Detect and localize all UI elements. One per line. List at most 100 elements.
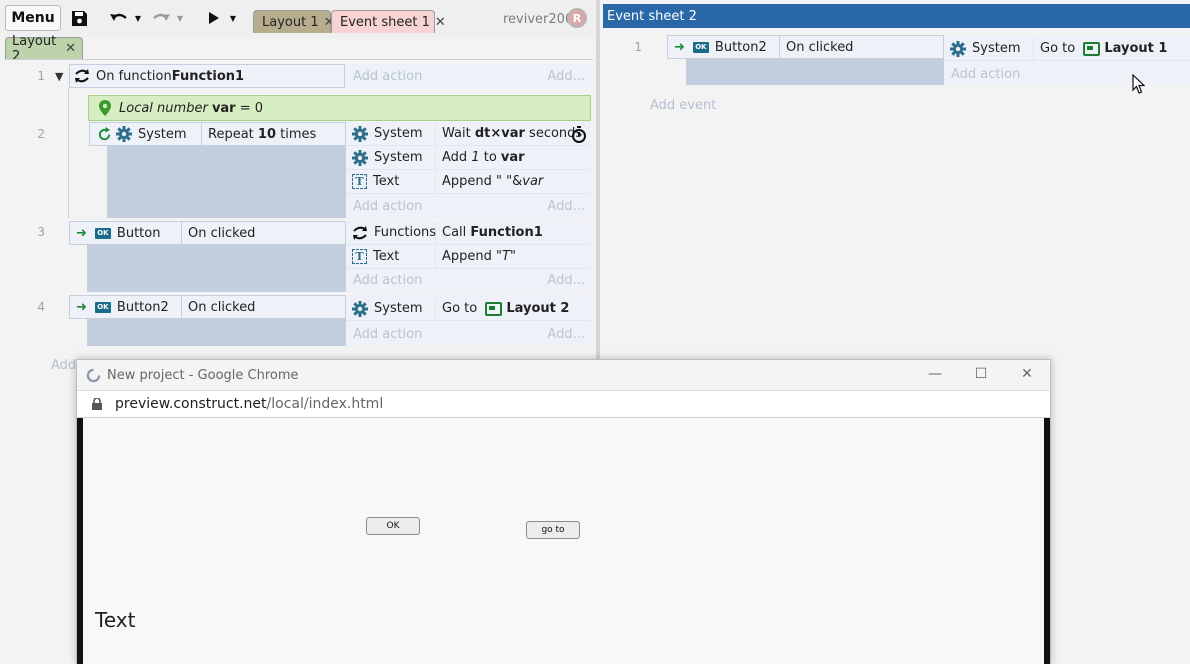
event-2-actions: System Wait dt×var seconds System Add 1 … (346, 122, 591, 218)
action-row[interactable]: Functions Call Function1 (346, 221, 591, 245)
add-more-label[interactable]: Add... (547, 273, 585, 288)
object-name: Functions (374, 225, 437, 240)
condition-text: On function (96, 68, 172, 84)
action-row[interactable]: T Text Append " "&var (346, 170, 591, 194)
object-name: System (374, 301, 423, 316)
function-name: Function1 (171, 68, 245, 84)
add-more-label[interactable]: Add... (547, 327, 585, 342)
action-text: Call Function1 (442, 225, 543, 240)
preview-browser-window: New project - Google Chrome — ☐ ✕ previe… (76, 359, 1051, 664)
add-action-label: Add action (353, 326, 423, 342)
action-row[interactable]: System Go to Layout 1 (944, 37, 1190, 61)
object-name: System (972, 41, 1021, 56)
event-number: 1 (37, 69, 45, 83)
add-action-link[interactable]: Add action Add... (353, 65, 591, 87)
play-icon[interactable] (205, 5, 223, 31)
variable-value: = 0 (239, 100, 264, 116)
add-action-link[interactable]: Add action Add... (353, 323, 591, 345)
function-icon (74, 68, 90, 84)
game-canvas[interactable]: OK go to Text (83, 418, 1044, 664)
add-action-label: Add action (951, 66, 1021, 82)
action-text: Append " "&var (442, 174, 544, 189)
event-4-condition[interactable]: ➜ OK Button2 On clicked (69, 295, 346, 319)
object-name: System (138, 126, 187, 142)
window-titlebar[interactable]: New project - Google Chrome — ☐ ✕ (77, 360, 1050, 390)
tab-event-sheet-1[interactable]: Event sheet 1 ✕ (331, 10, 446, 33)
condition-text: Repeat 10 times (208, 126, 317, 142)
redo-dropdown-icon[interactable]: ▼ (175, 5, 185, 31)
text-object-icon: T (352, 249, 367, 264)
condition-text: On clicked (786, 39, 854, 55)
tab-layout-1[interactable]: Layout 1 ✕ (253, 10, 335, 33)
event-1-condition[interactable]: ➜ OK Button2 On clicked (667, 35, 944, 59)
event-number: 2 (37, 127, 45, 141)
add-action-label: Add action (353, 198, 423, 214)
play-dropdown-icon[interactable]: ▼ (228, 5, 238, 31)
action-text: Append "T" (442, 249, 516, 264)
close-icon[interactable]: ✕ (435, 15, 446, 30)
condition-text: On clicked (188, 299, 256, 315)
add-action-link[interactable]: Add action Add... (353, 269, 591, 291)
event-1-actions: System Go to Layout 1 Add action (944, 35, 1190, 85)
avatar[interactable]: R (567, 8, 587, 28)
url-host: preview.construct.net (115, 396, 267, 412)
add-more-label[interactable]: Add... (547, 69, 585, 84)
layout-icon (485, 301, 503, 316)
page-content: OK go to Text (77, 418, 1050, 664)
event-number: 3 (37, 225, 45, 239)
trigger-arrow-icon: ➜ (76, 299, 87, 315)
add-action-label: Add action (353, 68, 423, 84)
action-row[interactable]: System Go to Layout 2 (346, 297, 591, 321)
condition-area (686, 59, 944, 85)
action-text: Go to Layout 1 (1040, 41, 1168, 56)
object-name: Button (116, 225, 161, 241)
maximize-icon[interactable]: ☐ (971, 366, 991, 382)
close-icon[interactable]: ✕ (1017, 366, 1037, 382)
timer-icon (571, 126, 587, 147)
close-icon[interactable]: ✕ (65, 41, 76, 56)
system-gear-icon (352, 125, 368, 142)
undo-icon[interactable] (108, 5, 130, 31)
event-1-condition[interactable]: On function Function1 (69, 64, 345, 88)
add-event-link[interactable]: Add event (650, 98, 716, 113)
object-name: Button2 (116, 299, 169, 315)
trigger-arrow-icon: ➜ (674, 39, 685, 55)
event-3-condition[interactable]: ➜ OK Button On clicked (69, 221, 346, 245)
save-icon[interactable] (68, 5, 90, 31)
redo-icon[interactable] (150, 5, 172, 31)
tab-layout-2[interactable]: Layout 2 ✕ (5, 34, 83, 64)
minimize-icon[interactable]: — (925, 366, 945, 382)
collapse-arrow-icon[interactable]: ▼ (55, 70, 63, 83)
chrome-loading-icon (85, 367, 101, 383)
game-ok-button[interactable]: OK (366, 517, 420, 535)
action-text: Go to Layout 2 (442, 301, 570, 316)
main-toolbar: Menu ▼ ▼ ▼ Layout 1 ✕ Event sheet 1 ✕ re… (0, 0, 596, 38)
add-action-link[interactable]: Add action Add... (353, 195, 591, 217)
menu-button[interactable]: Menu (5, 5, 61, 31)
variable-keyword: Local number (119, 100, 208, 116)
event-number: 4 (37, 300, 45, 314)
system-gear-icon (352, 149, 368, 166)
local-variable-row[interactable]: Local number var = 0 (88, 95, 591, 121)
function-icon (352, 225, 368, 241)
event-1-actions: Add action Add... (346, 64, 591, 88)
object-name: Text (373, 174, 400, 189)
undo-dropdown-icon[interactable]: ▼ (133, 5, 143, 31)
object-name: Text (373, 249, 400, 264)
object-name: System (374, 126, 423, 141)
action-row[interactable]: T Text Append "T" (346, 245, 591, 269)
layout-icon (1083, 41, 1101, 56)
window-title: New project - Google Chrome (107, 367, 299, 383)
condition-area (87, 245, 346, 292)
button-object-icon: OK (692, 41, 709, 53)
object-name: Button2 (714, 39, 767, 55)
event-3-actions: Functions Call Function1 T Text Append "T… (346, 221, 591, 292)
address-bar[interactable]: preview.construct.net/local/index.html (77, 390, 1050, 418)
event-2-condition[interactable]: System Repeat 10 times (89, 122, 346, 146)
action-row[interactable]: System Wait dt×var seconds (346, 122, 591, 146)
add-more-label[interactable]: Add... (547, 199, 585, 214)
add-action-link[interactable]: Add action (951, 63, 1190, 85)
system-gear-icon (950, 40, 966, 57)
game-goto-button[interactable]: go to (526, 521, 580, 539)
action-row[interactable]: System Add 1 to var (346, 146, 591, 170)
